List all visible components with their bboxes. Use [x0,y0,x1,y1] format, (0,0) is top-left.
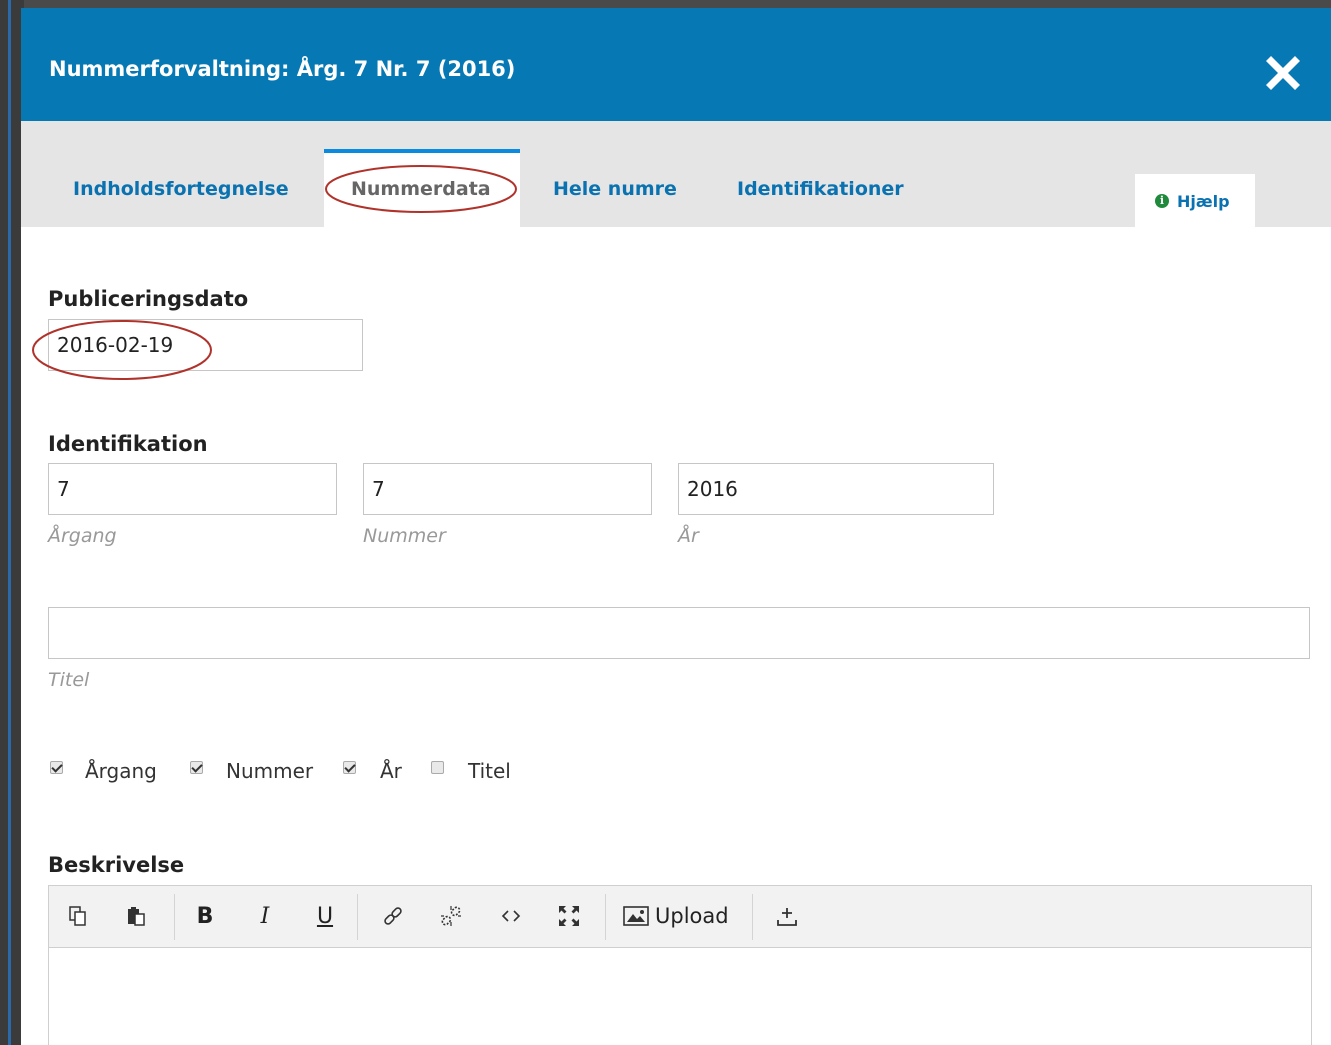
number-hint: Nummer [363,525,446,547]
identification-label: Identifikation [48,432,208,456]
upload-label: Upload [655,904,729,928]
editor-toolbar: B I U Upload [49,886,1311,948]
modal-header: Nummerforvaltning: Årg. 7 Nr. 7 (2016) [21,8,1331,121]
tab-label: Identifikationer [737,178,904,200]
show-number-checkbox[interactable] [190,761,203,774]
image-icon [623,906,649,926]
editor-content-area[interactable] [49,948,1311,1045]
toolbar-separator [752,894,753,940]
background-edge-line [8,0,11,1045]
volume-hint: Årgang [48,525,117,547]
year-input[interactable]: 2016 [678,463,994,515]
year-hint: År [678,525,699,547]
show-title-checkbox[interactable] [431,761,444,774]
show-volume-checkbox[interactable] [50,761,63,774]
paste-icon[interactable] [121,902,151,930]
show-title-label: Titel [468,759,511,783]
tab-label: Indholdsfortegnelse [73,178,289,200]
modal-title: Nummerforvaltning: Årg. 7 Nr. 7 (2016) [49,57,516,81]
code-icon[interactable] [495,902,527,930]
help-tab[interactable]: i Hjælp [1135,174,1255,227]
show-year-label: År [380,759,402,783]
publish-date-label: Publiceringsdato [48,287,249,311]
tab-identifications[interactable]: Identifikationer [715,121,935,227]
tab-label: Hele numre [553,178,677,200]
number-input[interactable]: 7 [363,463,652,515]
volume-input[interactable]: 7 [48,463,337,515]
fullscreen-icon[interactable] [553,902,585,930]
title-input[interactable] [48,607,1310,659]
show-year-checkbox[interactable] [343,761,356,774]
insert-file-icon[interactable] [771,902,803,930]
tab-whole-issues[interactable]: Hele numre [531,121,711,227]
copy-icon[interactable] [63,902,93,930]
description-label: Beskrivelse [48,853,185,877]
publish-date-input[interactable]: 2016-02-19 [48,319,363,371]
toolbar-separator [357,894,358,940]
underline-button[interactable]: U [311,902,339,930]
link-icon[interactable] [377,902,409,930]
issue-management-modal: Nummerforvaltning: Årg. 7 Nr. 7 (2016) I… [21,8,1331,1045]
show-volume-label: Årgang [85,759,157,783]
help-label: Hjælp [1177,192,1230,211]
title-hint: Titel [48,669,90,691]
toolbar-separator [174,894,175,940]
info-icon: i [1155,194,1169,208]
description-editor: B I U Upload [48,885,1312,1045]
close-icon[interactable] [1263,52,1303,92]
tab-label: Nummerdata [351,178,491,200]
tab-table-of-contents[interactable]: Indholdsfortegnelse [51,121,311,227]
upload-button[interactable]: Upload [623,902,739,930]
unlink-icon[interactable] [435,902,467,930]
tab-issue-data[interactable]: Nummerdata [324,149,520,231]
bold-button[interactable]: B [191,902,219,930]
italic-button[interactable]: I [251,902,279,930]
show-number-label: Nummer [226,759,314,783]
toolbar-separator [605,894,606,940]
